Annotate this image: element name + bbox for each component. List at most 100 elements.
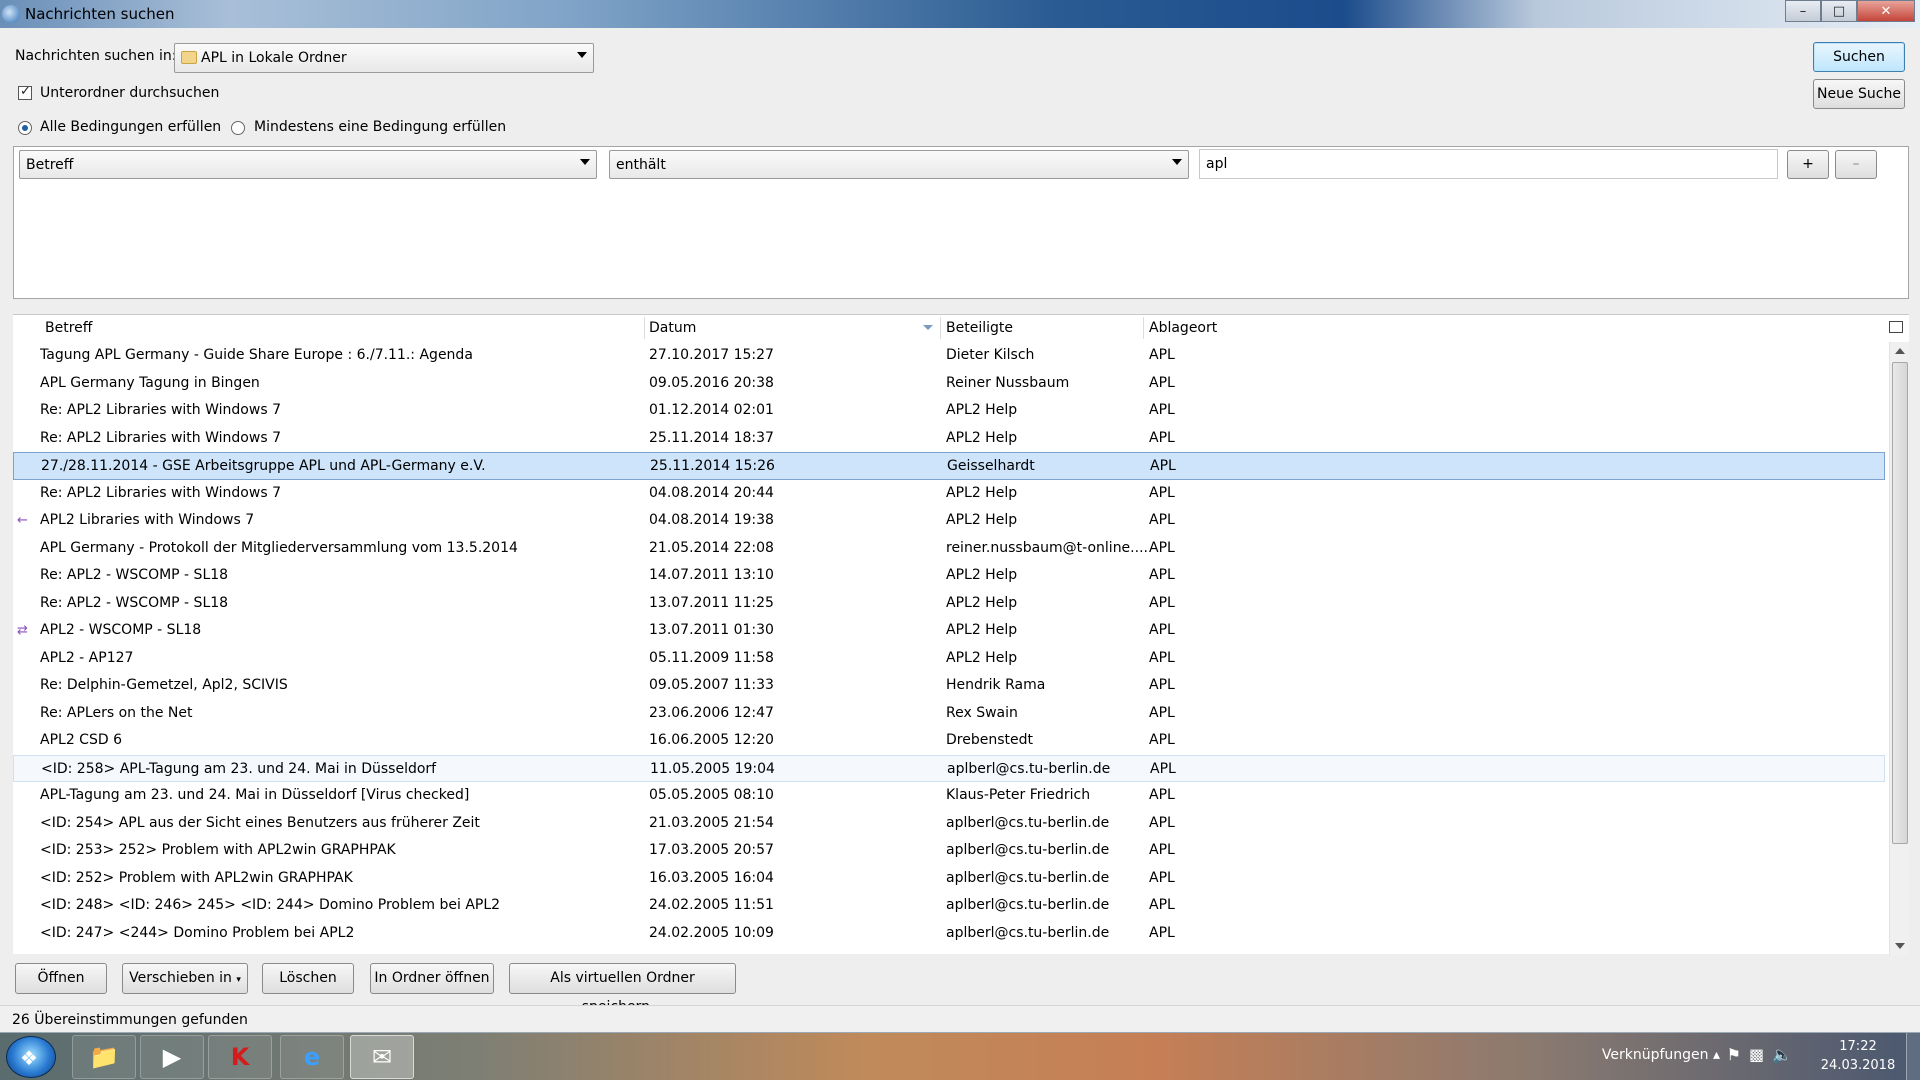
- table-row[interactable]: <ID: 253> 252> Problem with APL2win GRAP…: [13, 837, 1885, 865]
- date-cell: 21.05.2014 22:08: [649, 539, 774, 556]
- location-cell: APL: [1149, 484, 1175, 501]
- volume-icon[interactable]: 🔈: [1772, 1045, 1800, 1064]
- location-cell: APL: [1149, 402, 1175, 418]
- subject-cell: <ID: 258> APL-Tagung am 23. und 24. Mai …: [41, 760, 437, 777]
- table-row[interactable]: APL Germany - Protokoll der Mitgliederve…: [13, 535, 1885, 563]
- subject-cell: APL Germany - Protokoll der Mitgliederve…: [40, 539, 518, 556]
- window-title: Nachrichten suchen: [25, 5, 175, 23]
- start-button[interactable]: ❖: [6, 1036, 56, 1078]
- table-row[interactable]: APL-Tagung am 23. und 24. Mai in Düsseld…: [13, 782, 1885, 810]
- table-row[interactable]: <ID: 254> APL aus der Sicht eines Benutz…: [13, 810, 1885, 838]
- table-row[interactable]: Re: APL2 Libraries with Windows 7 04.08.2…: [13, 480, 1885, 508]
- search-button[interactable]: Suchen: [1813, 42, 1905, 72]
- subject-cell: Tagung APL Germany - Guide Share Europe …: [40, 347, 473, 363]
- participants-cell: APL2 Help: [946, 594, 1018, 611]
- subject-cell: Re: APLers on the Net: [40, 704, 193, 721]
- results-scrollbar[interactable]: [1889, 342, 1909, 955]
- show-desktop-button[interactable]: [1906, 1033, 1920, 1080]
- table-row[interactable]: Tagung APL Germany - Guide Share Europe …: [13, 342, 1885, 370]
- subject-cell: Re: APL2 Libraries with Windows 7: [40, 429, 281, 446]
- column-header-location[interactable]: Ablageort: [1143, 317, 1217, 339]
- column-picker-icon[interactable]: [1889, 321, 1903, 333]
- condition-value-input[interactable]: apl: [1199, 149, 1778, 179]
- open-button[interactable]: Öffnen: [15, 963, 107, 994]
- table-row[interactable]: Re: Delphin-Gemetzel, Apl2, SCIVIS 09.05.…: [13, 672, 1885, 700]
- folder-select[interactable]: APL in Lokale Ordner: [174, 43, 594, 73]
- table-row[interactable]: ← APL2 Libraries with Windows 7 04.08.2014…: [13, 507, 1885, 535]
- table-row[interactable]: 27./28.11.2014 - GSE Arbeitsgruppe APL u…: [13, 452, 1885, 480]
- participants-cell: aplberl@cs.tu-berlin.de: [946, 924, 1110, 941]
- date-cell: 04.08.2014 20:44: [649, 484, 774, 501]
- match-all-radio[interactable]: [18, 121, 32, 135]
- location-cell: APL: [1149, 649, 1175, 666]
- subject-cell: Re: APL2 - WSCOMP - SL18: [40, 567, 229, 583]
- table-row[interactable]: Re: APL2 Libraries with Windows 7 01.12.2…: [13, 397, 1885, 425]
- table-row[interactable]: <ID: 248> <ID: 246> 245> <ID: 244> Domin…: [13, 892, 1885, 920]
- scroll-down-icon[interactable]: [1895, 943, 1905, 949]
- condition-operator-select[interactable]: enthält: [609, 150, 1189, 179]
- table-row[interactable]: <ID: 252> Problem with APL2win GRAPHPAK 1…: [13, 865, 1885, 893]
- participants-cell: Klaus-Peter Friedrich: [946, 787, 1091, 803]
- remove-condition-button[interactable]: –: [1835, 150, 1877, 179]
- subject-cell: Re: APL2 - WSCOMP - SL18: [40, 594, 229, 611]
- date-cell: 17.03.2005 20:57: [649, 842, 774, 858]
- scroll-up-icon[interactable]: [1895, 348, 1905, 354]
- column-header-date[interactable]: Datum: [643, 317, 696, 339]
- table-row[interactable]: APL2 - AP127 05.11.2009 11:58 APL2 Help APL: [13, 645, 1885, 673]
- table-row[interactable]: APL2 CSD 6 16.06.2005 12:20 Drebenstedt APL: [13, 727, 1885, 755]
- table-row[interactable]: APL Germany Tagung in Bingen 09.05.2016 2…: [13, 370, 1885, 398]
- links-toolbar-label[interactable]: Verknüpfungen ▴: [1602, 1047, 1720, 1063]
- date-cell: 21.03.2005 21:54: [649, 814, 774, 831]
- kaspersky-icon[interactable]: K: [208, 1035, 272, 1079]
- subfolders-label: Unterordner durchsuchen: [40, 85, 220, 101]
- open-in-folder-button[interactable]: In Ordner öffnen: [370, 963, 494, 994]
- status-bar: 26 Übereinstimmungen gefunden: [0, 1005, 1920, 1033]
- column-header-subject[interactable]: Betreff: [39, 317, 92, 339]
- internet-explorer-icon[interactable]: e: [280, 1035, 344, 1079]
- date-cell: 04.08.2014 19:38: [649, 512, 774, 528]
- scroll-thumb[interactable]: [1892, 362, 1908, 844]
- clock[interactable]: 17:22 24.03.2018: [1818, 1037, 1898, 1075]
- table-row[interactable]: Re: APL2 Libraries with Windows 7 25.11.2…: [13, 425, 1885, 453]
- dropdown-arrow-icon: ▾: [236, 975, 241, 985]
- maximize-button[interactable]: □: [1821, 0, 1857, 22]
- network-icon[interactable]: ▩: [1749, 1045, 1772, 1064]
- subject-cell: <ID: 252> Problem with APL2win GRAPHPAK: [40, 869, 353, 886]
- table-row[interactable]: <ID: 247> <244> Domino Problem bei APL2 2…: [13, 920, 1885, 948]
- participants-cell: Drebenstedt: [946, 732, 1033, 748]
- save-virtual-folder-button[interactable]: Als virtuellen Ordner speichern...: [509, 963, 736, 1015]
- subject-cell: APL2 CSD 6: [40, 732, 122, 748]
- chevron-down-icon: [577, 52, 587, 58]
- table-row[interactable]: ⇄ APL2 - WSCOMP - SL18 13.07.2011 01:30 APL…: [13, 617, 1885, 645]
- table-row[interactable]: <ID: 258> APL-Tagung am 23. und 24. Mai …: [13, 754, 1885, 782]
- location-cell: APL: [1149, 787, 1175, 803]
- location-cell: APL: [1149, 814, 1175, 831]
- date-cell: 25.11.2014 15:26: [650, 458, 775, 474]
- close-button[interactable]: ✕: [1857, 0, 1915, 22]
- table-row[interactable]: Re: APL2 - WSCOMP - SL18 14.07.2011 13:10…: [13, 562, 1885, 590]
- participants-cell: aplberl@cs.tu-berlin.de: [946, 814, 1110, 831]
- column-header-participants[interactable]: Beteiligte: [940, 317, 1013, 339]
- add-condition-button[interactable]: +: [1787, 150, 1829, 179]
- new-search-button[interactable]: Neue Suche: [1813, 79, 1905, 109]
- media-player-icon[interactable]: ▶: [140, 1035, 204, 1079]
- move-to-button[interactable]: Verschieben in ▾: [122, 963, 248, 994]
- subfolders-checkbox[interactable]: [18, 84, 32, 100]
- table-row[interactable]: Re: APL2 - WSCOMP - SL18 13.07.2011 11:25…: [13, 590, 1885, 618]
- match-any-radio[interactable]: [231, 121, 245, 135]
- date-cell: 25.11.2014 18:37: [649, 429, 774, 446]
- condition-field-select[interactable]: Betreff: [19, 150, 597, 179]
- table-row[interactable]: Re: APLers on the Net 23.06.2006 12:47 Rex…: [13, 700, 1885, 728]
- sort-descending-icon: [923, 325, 933, 330]
- location-cell: APL: [1149, 374, 1175, 391]
- thunderbird-icon[interactable]: ✉: [350, 1035, 414, 1079]
- location-cell: APL: [1149, 677, 1175, 693]
- chevron-down-icon: [580, 159, 590, 165]
- explorer-icon[interactable]: 📁: [72, 1035, 136, 1079]
- match-count-text: 26 Übereinstimmungen gefunden: [12, 1012, 248, 1028]
- delete-button[interactable]: Löschen: [262, 963, 354, 994]
- flag-icon[interactable]: ⚑: [1727, 1045, 1749, 1064]
- participants-cell: APL2 Help: [946, 512, 1018, 528]
- participants-cell: reiner.nussbaum@t-online....: [946, 539, 1148, 556]
- minimize-button[interactable]: –: [1785, 0, 1821, 22]
